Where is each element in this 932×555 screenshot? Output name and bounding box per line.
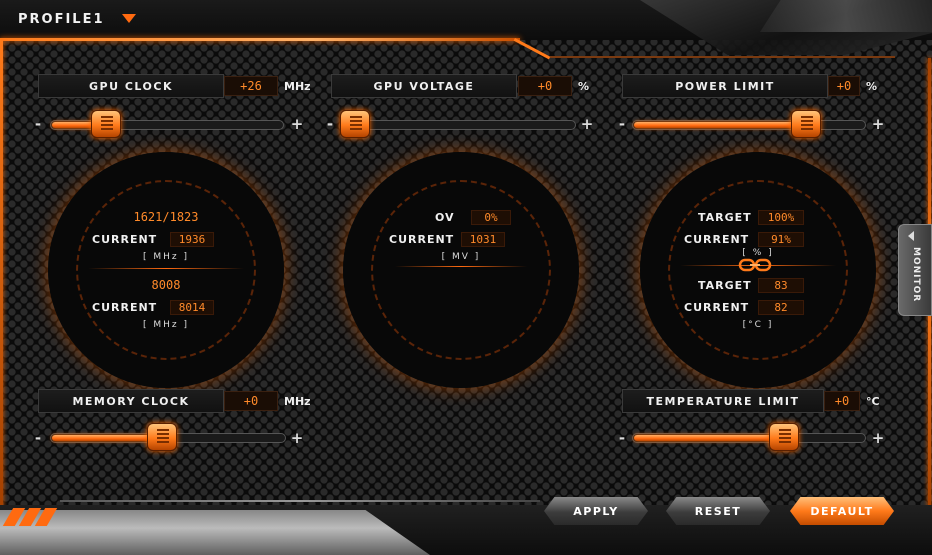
profile-selector-label[interactable]: PROFILE1 [18, 12, 105, 27]
memory-current-value: 8014 [170, 300, 214, 315]
monitor-arrow-icon [908, 231, 914, 241]
power-limit-increase-button[interactable]: + [871, 117, 885, 132]
temperature-limit-increase-button[interactable]: + [871, 431, 885, 446]
monitor-tab[interactable]: MONITOR [898, 224, 932, 316]
gpu-clock-unit-label: [ MHz ] [142, 252, 189, 262]
power-unit-label: [ % ] [742, 248, 774, 258]
temperature-limit-value: +0 [824, 391, 860, 411]
memory-clock-value: +0 [224, 391, 278, 411]
gpu-current-value: 1936 [170, 232, 214, 247]
power-current-value: 91% [758, 232, 804, 247]
gpu-clock-decrease-button[interactable]: - [31, 117, 45, 132]
voltage-unit-label: [ MV ] [441, 252, 481, 262]
voltage-ring-inner [371, 180, 551, 360]
power-temp-ring-gauge: TARGET 100% CURRENT 91% [ % ] TARGET 83 … [640, 152, 876, 388]
power-current-label: CURRENT [684, 233, 750, 246]
gpu-clock-label: GPU CLOCK [38, 74, 224, 98]
temp-current-value: 82 [758, 300, 804, 315]
gpu-clock-unit: MHz [284, 80, 311, 93]
reset-button[interactable]: RESET [666, 497, 770, 525]
power-limit-slider-fill [634, 122, 809, 128]
link-icon[interactable] [738, 258, 772, 272]
gpu-voltage-slider[interactable] [340, 120, 576, 130]
power-target-value: 100% [758, 210, 804, 225]
temperature-limit-slider-fill [634, 435, 786, 441]
gpu-voltage-value: +0 [518, 76, 572, 96]
temp-target-value: 83 [758, 278, 804, 293]
temp-target-label: TARGET [698, 279, 752, 292]
voltage-current-label: CURRENT [389, 233, 455, 246]
apply-button[interactable]: APPLY [544, 497, 648, 525]
gpu-clock-slider-thumb[interactable] [90, 110, 121, 138]
memory-clock-decrease-button[interactable]: - [31, 431, 45, 446]
gpu-clock-slider[interactable] [50, 120, 284, 130]
power-limit-slider-thumb[interactable] [791, 110, 822, 138]
memory-clock-base: 8008 [151, 278, 181, 292]
power-limit-decrease-button[interactable]: - [615, 117, 629, 132]
bottom-metal-decoration [0, 510, 430, 555]
profile-dropdown-icon[interactable] [122, 14, 136, 23]
power-limit-unit: % [866, 80, 878, 93]
power-limit-slider[interactable] [632, 120, 866, 130]
top-decoration-metal [760, 0, 932, 32]
temp-current-label: CURRENT [684, 301, 750, 314]
clock-ring-divider [88, 268, 244, 269]
left-border [0, 40, 3, 510]
temperature-limit-slider-thumb[interactable] [768, 423, 799, 451]
gpu-current-label: CURRENT [92, 233, 158, 246]
voltage-ring-divider [395, 266, 527, 267]
gpu-voltage-slider-thumb[interactable] [340, 110, 370, 138]
memory-clock-increase-button[interactable]: + [290, 431, 304, 446]
power-limit-value: +0 [828, 76, 860, 96]
memory-clock-slider-thumb[interactable] [146, 423, 177, 451]
memory-current-label: CURRENT [92, 301, 158, 314]
temperature-limit-unit: °C [866, 395, 880, 408]
temp-unit-label: [°C ] [742, 320, 774, 330]
monitor-tab-label: MONITOR [911, 247, 921, 303]
power-target-label: TARGET [698, 211, 752, 224]
gpu-clock-range: 1621/1823 [133, 210, 199, 224]
temperature-limit-slider[interactable] [632, 433, 866, 443]
memory-clock-unit-label: [ MHz ] [142, 320, 189, 330]
memory-clock-label: MEMORY CLOCK [38, 389, 224, 413]
temperature-limit-decrease-button[interactable]: - [615, 431, 629, 446]
gpu-clock-increase-button[interactable]: + [290, 117, 304, 132]
gpu-voltage-increase-button[interactable]: + [580, 117, 594, 132]
clock-ring-inner [76, 180, 256, 360]
memory-clock-unit: MHz [284, 395, 311, 408]
app-window: PROFILE1 GPU CLOCK +26 MHz - + GPU VOLTA… [0, 0, 932, 555]
top-accent-line-right [550, 56, 895, 58]
ov-value: 0% [471, 210, 511, 225]
gpu-voltage-label: GPU VOLTAGE [331, 74, 517, 98]
power-limit-label: POWER LIMIT [622, 74, 828, 98]
top-accent-diagonal [513, 38, 551, 60]
voltage-current-value: 1031 [461, 232, 505, 247]
temperature-limit-label: TEMPERATURE LIMIT [622, 389, 824, 413]
clock-ring-gauge: 1621/1823 CURRENT 1936 [ MHz ] 8008 CURR… [48, 152, 284, 388]
gpu-voltage-unit: % [578, 80, 590, 93]
bottom-accent-line [60, 500, 540, 502]
ov-label: OV [435, 211, 455, 224]
default-button[interactable]: DEFAULT [790, 497, 894, 525]
gpu-voltage-decrease-button[interactable]: - [323, 117, 337, 132]
top-accent-line [0, 38, 520, 41]
gpu-clock-value: +26 [224, 76, 278, 96]
voltage-ring-gauge: OV 0% CURRENT 1031 [ MV ] [343, 152, 579, 388]
